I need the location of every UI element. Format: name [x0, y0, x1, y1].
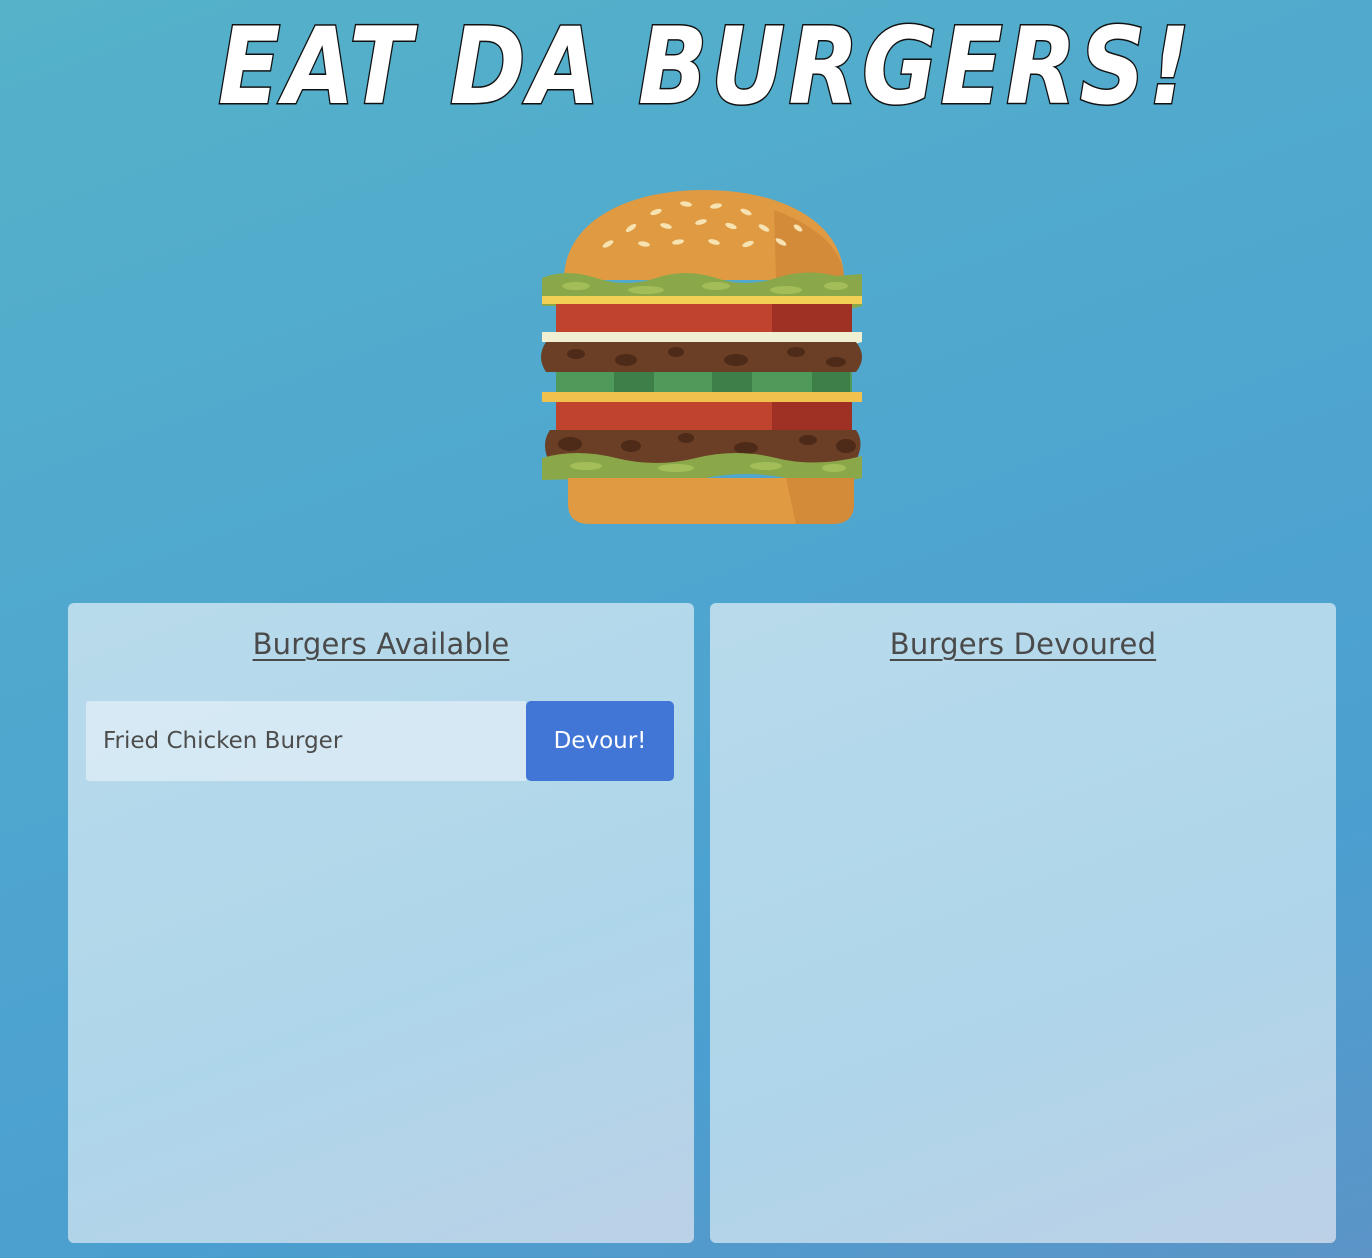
burgers-available-heading: Burgers Available: [252, 627, 510, 661]
page-title: EAT DA BURGERS!: [0, 0, 1372, 120]
page-title-text: EAT DA BURGERS!: [218, 5, 1194, 120]
burger-list-item: Fried Chicken Burger Devour!: [86, 701, 674, 781]
burgers-devoured-panel: Burgers Devoured: [710, 603, 1336, 1243]
burger-name: Fried Chicken Burger: [86, 701, 526, 781]
burgers-available-panel: Burgers Available Fried Chicken Burger D…: [68, 603, 694, 1243]
devour-button[interactable]: Devour!: [526, 701, 674, 781]
burger-image: [536, 182, 866, 530]
burgers-devoured-heading: Burgers Devoured: [889, 627, 1157, 661]
